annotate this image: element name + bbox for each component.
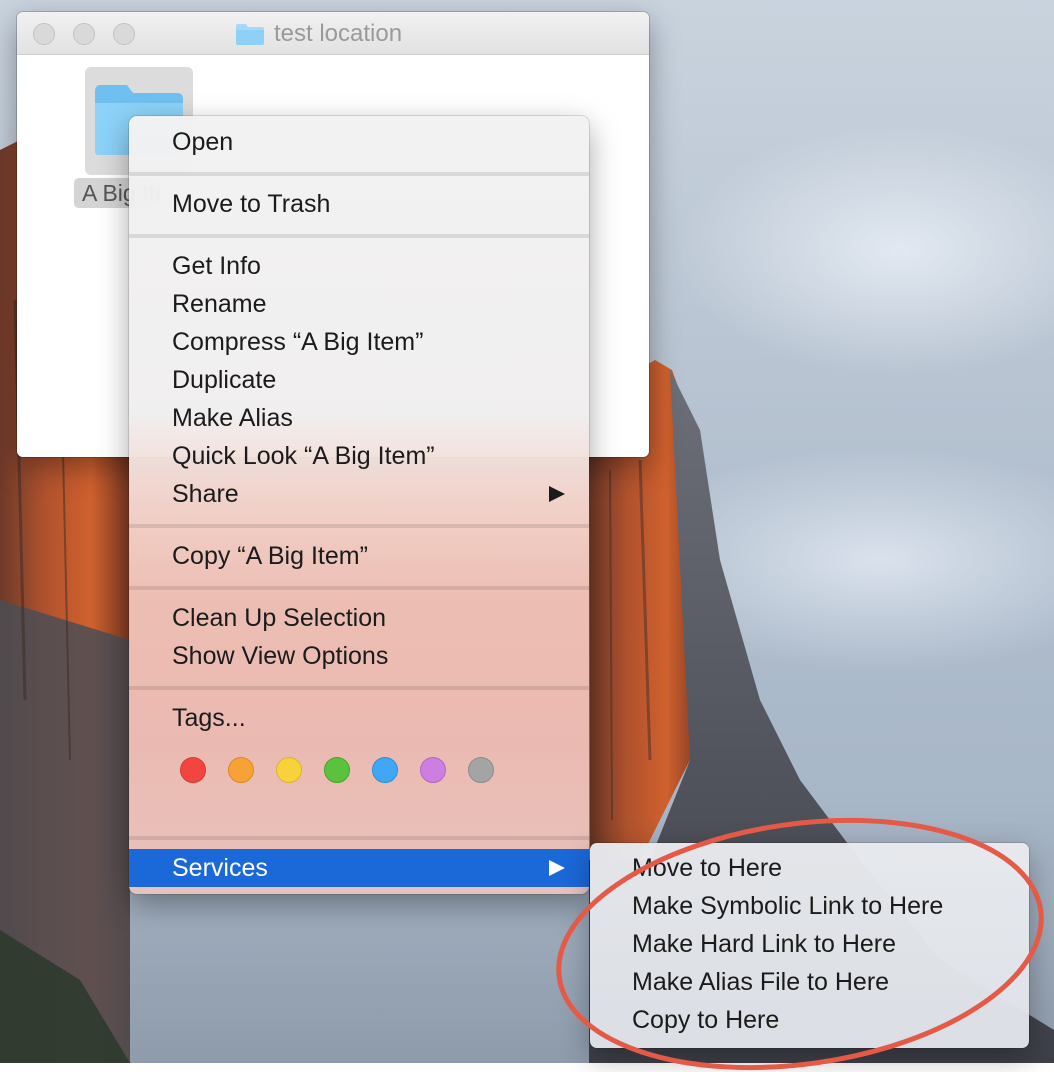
tag-blue-button[interactable] xyxy=(372,757,398,783)
menu-item-label: Duplicate xyxy=(172,366,277,394)
menu-item-label: Show View Options xyxy=(172,642,389,670)
submenu-item-label: Make Hard Link to Here xyxy=(632,930,897,958)
minimize-window-button[interactable] xyxy=(73,23,95,45)
menu-item-label: Open xyxy=(172,128,234,156)
menu-separator xyxy=(129,234,589,238)
tag-orange-button[interactable] xyxy=(228,757,254,783)
submenu-arrow-icon xyxy=(549,860,565,876)
menu-item-rename[interactable]: Rename xyxy=(129,285,589,323)
tag-purple-button[interactable] xyxy=(420,757,446,783)
menu-item-duplicate[interactable]: Duplicate xyxy=(129,361,589,399)
menu-item-label: Share xyxy=(172,480,239,508)
menu-item-label: Quick Look “A Big Item” xyxy=(172,442,435,470)
submenu-item-make-alias-file[interactable]: Make Alias File to Here xyxy=(590,963,1029,1001)
menu-item-move-to-trash[interactable]: Move to Trash xyxy=(129,185,589,223)
menu-item-tags[interactable]: Tags... xyxy=(129,699,589,737)
menu-item-label: Services xyxy=(172,854,268,882)
menu-separator xyxy=(129,586,589,590)
menu-separator xyxy=(129,524,589,528)
submenu-item-make-hard-link[interactable]: Make Hard Link to Here xyxy=(590,925,1029,963)
submenu-item-label: Make Symbolic Link to Here xyxy=(632,892,944,920)
submenu-item-copy-to-here[interactable]: Copy to Here xyxy=(590,1001,1029,1039)
menu-item-make-alias[interactable]: Make Alias xyxy=(129,399,589,437)
submenu-item-move-to-here[interactable]: Move to Here xyxy=(590,849,1029,887)
menu-item-compress[interactable]: Compress “A Big Item” xyxy=(129,323,589,361)
context-menu: Open Move to Trash Get Info Rename Compr… xyxy=(129,116,589,894)
window-title: test location xyxy=(274,20,403,47)
close-window-button[interactable] xyxy=(33,23,55,45)
menu-separator xyxy=(129,172,589,176)
submenu-item-label: Move to Here xyxy=(632,854,783,882)
submenu-item-make-symbolic-link[interactable]: Make Symbolic Link to Here xyxy=(590,887,1029,925)
tag-gray-button[interactable] xyxy=(468,757,494,783)
title-bar[interactable]: test location xyxy=(17,12,649,55)
submenu-arrow-icon xyxy=(549,486,565,502)
menu-item-label: Rename xyxy=(172,290,267,318)
menu-separator xyxy=(129,836,589,840)
tag-red-button[interactable] xyxy=(180,757,206,783)
zoom-window-button[interactable] xyxy=(113,23,135,45)
tag-yellow-button[interactable] xyxy=(276,757,302,783)
folder-icon xyxy=(236,24,264,45)
menu-item-share[interactable]: Share xyxy=(129,475,589,513)
tag-green-button[interactable] xyxy=(324,757,350,783)
submenu-item-label: Make Alias File to Here xyxy=(632,968,890,996)
menu-item-label: Clean Up Selection xyxy=(172,604,387,632)
menu-separator xyxy=(129,686,589,690)
menu-item-clean-up-selection[interactable]: Clean Up Selection xyxy=(129,599,589,637)
services-submenu: Move to Here Make Symbolic Link to Here … xyxy=(590,843,1029,1048)
menu-item-label: Copy “A Big Item” xyxy=(172,542,368,570)
menu-item-label: Make Alias xyxy=(172,404,293,432)
menu-item-open[interactable]: Open xyxy=(129,123,589,161)
menu-item-label: Move to Trash xyxy=(172,190,331,218)
menu-item-quick-look[interactable]: Quick Look “A Big Item” xyxy=(129,437,589,475)
menu-item-services[interactable]: Services xyxy=(129,849,589,887)
menu-item-get-info[interactable]: Get Info xyxy=(129,247,589,285)
menu-item-label: Tags... xyxy=(172,704,246,732)
menu-item-show-view-options[interactable]: Show View Options xyxy=(129,637,589,675)
window-title-group: test location xyxy=(235,20,403,47)
submenu-item-label: Copy to Here xyxy=(632,1006,780,1034)
menu-item-copy[interactable]: Copy “A Big Item” xyxy=(129,537,589,575)
menu-item-label: Compress “A Big Item” xyxy=(172,328,424,356)
menu-item-label: Get Info xyxy=(172,252,261,280)
